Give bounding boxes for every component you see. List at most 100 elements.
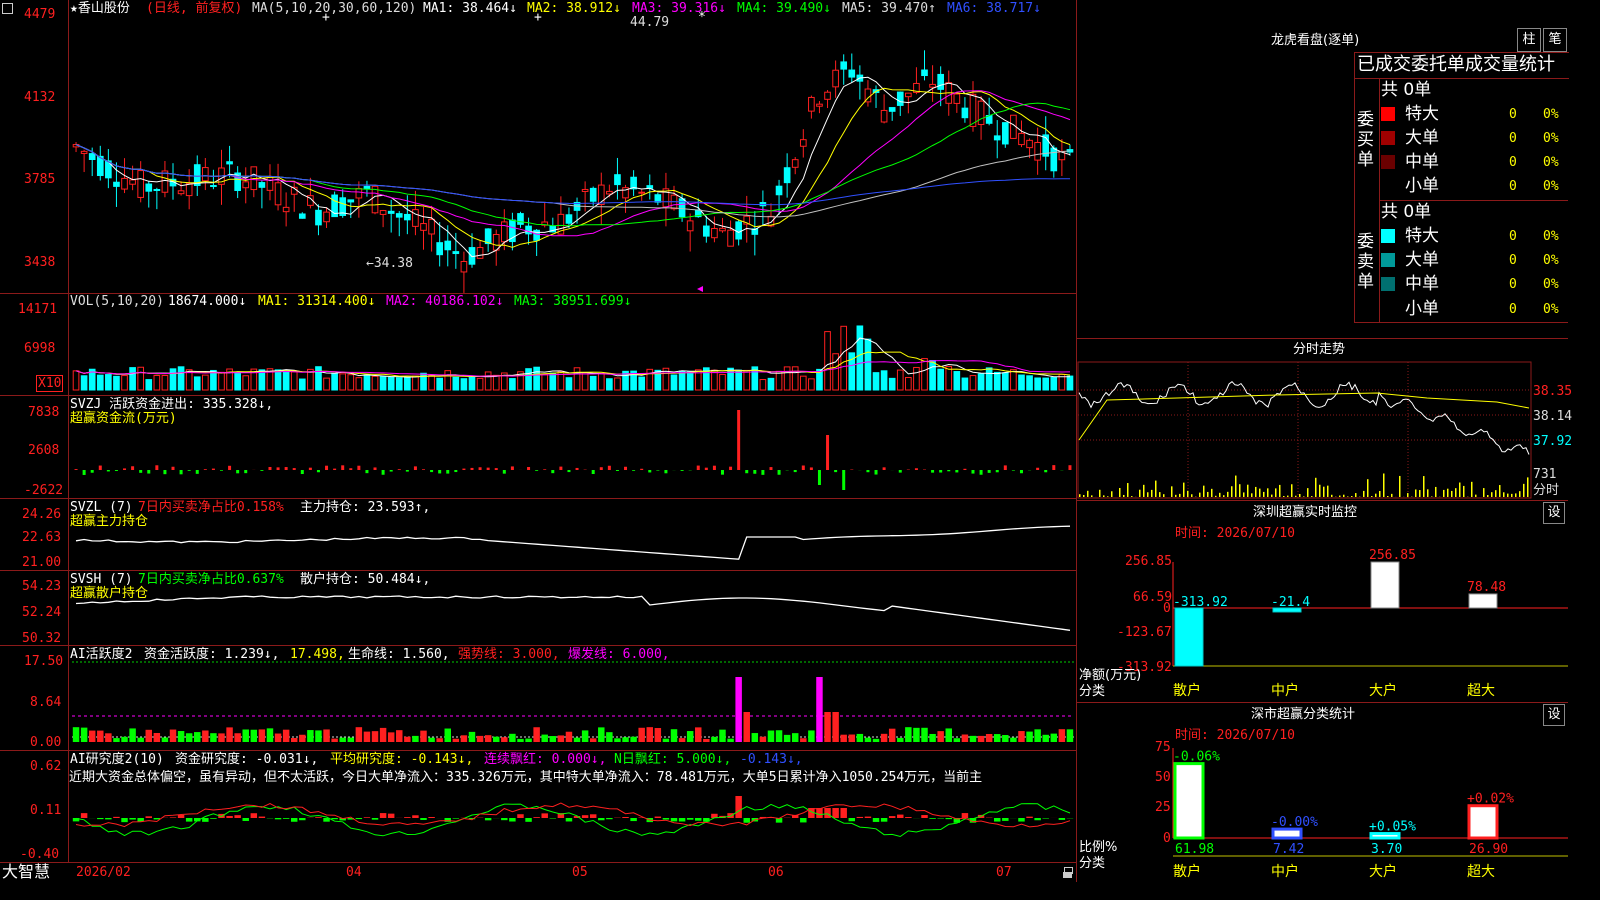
candle-body <box>315 209 322 226</box>
flow-bar <box>971 470 975 474</box>
volume-bar <box>363 374 371 391</box>
volume-bar <box>767 377 775 391</box>
candle-body <box>452 251 460 255</box>
activity-bar <box>767 730 775 742</box>
activity-bar <box>444 728 451 742</box>
flow-bar <box>502 470 506 474</box>
volume-bar <box>1050 376 1058 391</box>
holding-line <box>75 525 1071 560</box>
activity-bar <box>541 734 548 742</box>
candle-body <box>888 107 896 112</box>
flow-bar <box>712 465 716 470</box>
flow-bar <box>454 470 458 473</box>
volume-bar <box>1018 374 1025 391</box>
activity-bar <box>185 733 193 742</box>
main-chart-area[interactable]: ★香山股份 (日线, 前复权) MA(5,10,20,30,60,120) MA… <box>0 0 1077 882</box>
flow-bar <box>195 470 199 474</box>
y-tick: 0.62 <box>30 759 62 774</box>
event-mark[interactable]: + <box>322 10 330 25</box>
stats-bar-chart[interactable]: -0.06% 61.98 散户 -0.00% 7.42 中户 +0.05% 3.70 大户 +0.… <box>1077 0 1568 882</box>
candle-body <box>1018 132 1025 146</box>
flow-bar <box>817 470 821 485</box>
candle-body <box>177 190 185 195</box>
volume-bar <box>840 325 848 391</box>
chart-mode[interactable]: (日线, 前复权) <box>146 1 242 16</box>
volume-bar <box>404 376 411 391</box>
candle-body <box>1034 141 1041 161</box>
research-bar <box>961 813 969 818</box>
flow-bar <box>397 469 401 470</box>
ai2-d: N日飘红: 5.000↓, <box>614 752 732 767</box>
volume-bar <box>686 371 694 391</box>
flow-bar <box>98 465 102 470</box>
research-bar <box>840 808 847 818</box>
volume-bar <box>379 375 387 391</box>
candle-body <box>412 209 419 227</box>
volume-bar <box>541 373 549 391</box>
flow-bar <box>551 470 555 474</box>
flow-bar <box>260 470 264 471</box>
research-bar <box>565 818 573 822</box>
volume-bar <box>210 369 217 391</box>
research-bar <box>153 818 161 820</box>
volume-bar <box>993 371 1001 391</box>
ai2-comment: 近期大资金总体偏空，虽有异动，但不太活跃，今日大单净流入：335.326万元，其… <box>69 770 983 785</box>
candle-body <box>517 213 524 225</box>
volume-bar <box>492 374 500 391</box>
event-mark[interactable]: * <box>698 10 706 25</box>
candle-body <box>153 188 161 191</box>
research-bar <box>290 818 298 822</box>
research-bar <box>541 813 548 818</box>
volume-bar <box>298 378 306 391</box>
ma-line <box>75 102 1071 227</box>
flow-bar <box>300 470 304 475</box>
volume-bar <box>606 378 613 391</box>
research-bar <box>1042 818 1049 819</box>
candle-body <box>614 174 621 186</box>
research-line <box>75 802 1071 828</box>
activity-bar <box>897 737 904 742</box>
activity-bar <box>808 730 815 742</box>
stats-change-label: +0.05% <box>1369 820 1416 835</box>
flow-bar <box>211 468 215 470</box>
flow-bar <box>607 465 611 470</box>
candle-body <box>929 83 936 88</box>
activity-bar <box>816 677 823 742</box>
activity-bar <box>476 735 484 742</box>
candle-body <box>581 188 589 192</box>
research-bar <box>379 813 387 818</box>
flow-bar <box>955 470 959 473</box>
ma3-label: MA3: 39.316↓ <box>632 1 726 16</box>
flow-bar <box>632 470 636 471</box>
candle-body <box>323 211 330 223</box>
candle-body <box>258 182 266 188</box>
y-tick: 4479 <box>24 7 56 22</box>
volume-bar <box>460 378 468 391</box>
activity-bar <box>460 735 468 742</box>
volume-bar <box>177 366 185 391</box>
event-mark[interactable]: + <box>534 10 542 25</box>
research-bar <box>622 817 629 818</box>
y-tick: 0.11 <box>30 803 62 818</box>
vol-ma3: MA3: 38951.699↓ <box>514 294 632 309</box>
activity-bar <box>921 727 928 742</box>
activity-bar <box>266 728 274 742</box>
activity-bar <box>856 733 864 742</box>
research-bar <box>678 818 686 822</box>
activity-bar <box>581 730 589 742</box>
research-bar <box>598 818 605 821</box>
flow-bar <box>106 470 110 472</box>
vol-value: 18674.000↓ <box>168 294 247 309</box>
stock-name[interactable]: ★香山股份 <box>70 1 130 16</box>
research-bar <box>800 818 807 823</box>
stats-value-label: 26.90 <box>1469 842 1508 857</box>
research-bar <box>816 808 823 818</box>
window-icon[interactable] <box>2 3 13 14</box>
flow-bar <box>389 470 393 472</box>
flow-bar <box>745 470 749 474</box>
research-bar <box>872 818 880 822</box>
activity-bar <box>913 727 920 742</box>
vol-ma2: MA2: 40186.102↓ <box>386 294 504 309</box>
low-price-note: ←34.38 <box>366 256 413 271</box>
research-bar <box>250 813 258 818</box>
